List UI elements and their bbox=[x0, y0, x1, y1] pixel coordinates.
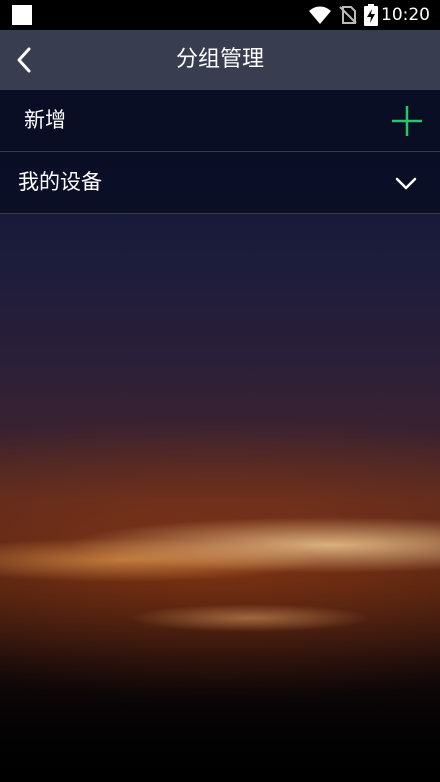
plus-icon[interactable] bbox=[390, 104, 424, 138]
add-group-row[interactable]: 新增 bbox=[0, 90, 440, 152]
top-app-bar: 分组管理 bbox=[0, 30, 440, 90]
add-group-label: 新增 bbox=[24, 108, 66, 132]
notification-icon bbox=[12, 5, 32, 25]
chevron-down-icon[interactable] bbox=[394, 171, 418, 195]
group-label: 我的设备 bbox=[18, 170, 102, 194]
no-sim-icon bbox=[339, 6, 357, 24]
page-title: 分组管理 bbox=[175, 47, 264, 72]
battery-charging-icon bbox=[364, 4, 378, 26]
group-row-my-devices[interactable]: 我的设备 bbox=[0, 152, 440, 214]
status-time: 10:20 bbox=[381, 5, 430, 25]
wifi-icon bbox=[309, 6, 331, 24]
status-bar: 10:20 bbox=[0, 0, 440, 30]
